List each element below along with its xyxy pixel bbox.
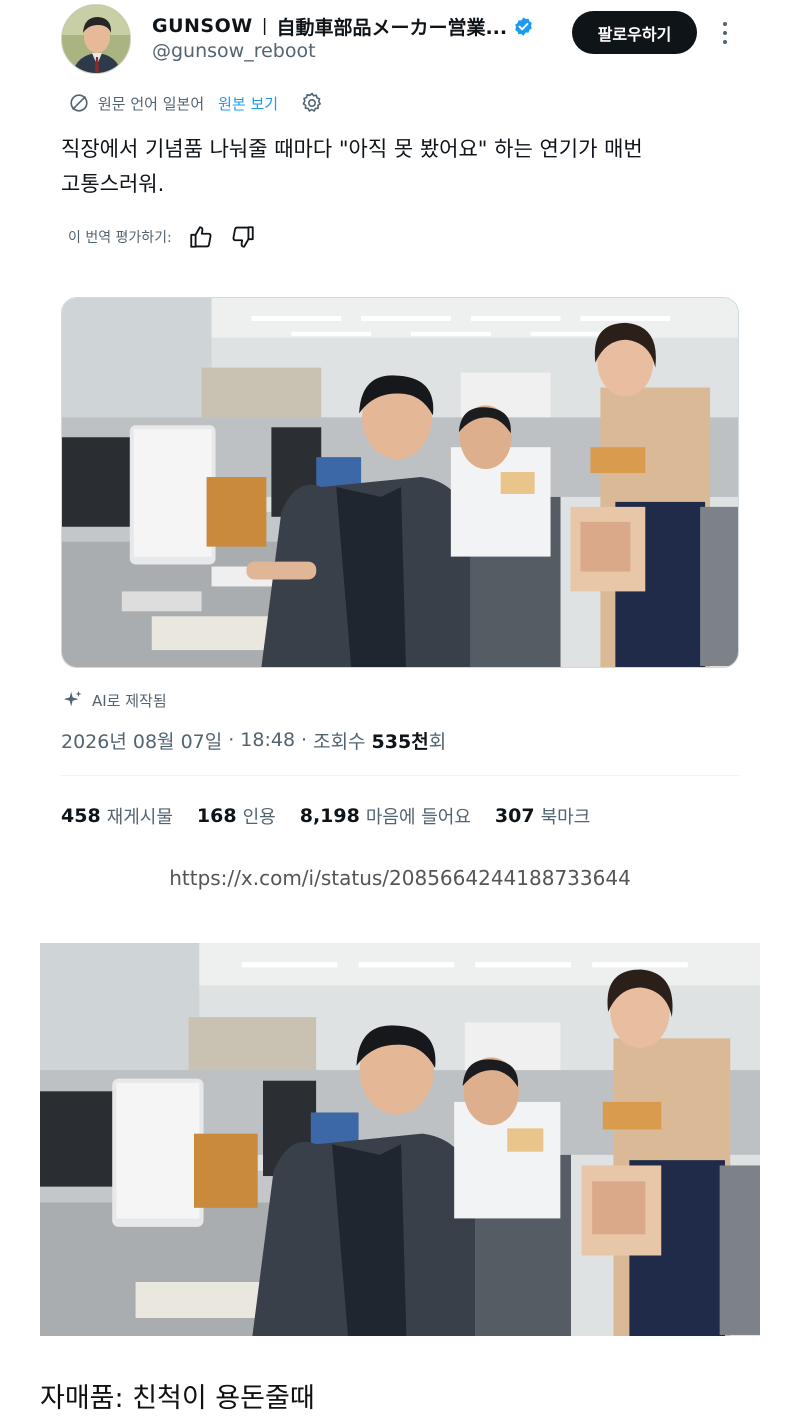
tweet-text-line: 고통스러워. <box>61 172 165 196</box>
verified-badge-icon <box>515 16 532 36</box>
follow-button[interactable]: 팔로우하기 <box>572 11 697 54</box>
tweet-header: GUNSOW | 自動車部品メーカー営業... @gunsow_reboot 팔… <box>0 0 800 90</box>
stat-number: 168 <box>196 805 237 827</box>
thumbs-down-icon[interactable] <box>230 224 256 250</box>
more-options-icon[interactable] <box>716 18 734 48</box>
stat-number: 307 <box>494 805 535 827</box>
bio-snippet[interactable]: 自動車部品メーカー営業... <box>276 13 507 40</box>
tweet-date[interactable]: 2026년 08월 07일 <box>61 727 222 754</box>
likes-stat[interactable]: 8,198 마음에 들어요 <box>300 803 471 829</box>
office-photo <box>40 943 760 1336</box>
thumbs-up-icon[interactable] <box>188 224 214 250</box>
sparkle-icon <box>63 690 82 707</box>
tweet-image[interactable] <box>61 297 739 668</box>
ai-generated-label: AI로 제작됨 <box>62 686 167 714</box>
meta-dot: · <box>301 729 308 751</box>
divider <box>61 775 739 776</box>
source-language-label: 원문 언어 일본어 <box>98 94 205 113</box>
stat-label: 북마크 <box>540 807 591 828</box>
office-photo <box>62 298 738 667</box>
views-count: 535천 <box>371 730 429 753</box>
user-handle[interactable]: @gunsow_reboot <box>152 40 316 62</box>
views-suffix: 회 <box>428 730 447 753</box>
avatar[interactable] <box>61 4 131 74</box>
translation-bar: 원문 언어 일본어 원본 보기 <box>68 90 324 116</box>
translate-icon <box>70 94 88 112</box>
reposts-stat[interactable]: 458 재게시물 <box>61 803 173 829</box>
stat-label: 인용 <box>242 807 276 828</box>
stat-label: 마음에 들어요 <box>365 807 471 828</box>
stat-number: 458 <box>61 805 101 827</box>
post-caption: 자매품: 친척이 용돈줄때 <box>40 1383 315 1414</box>
rate-translation-label: 이 번역 평가하기: <box>68 230 172 246</box>
tweet-text-line: 직장에서 기념품 나눠줄 때마다 "아직 못 봤어요" 하는 연기가 매번 <box>61 137 643 161</box>
name-row[interactable]: GUNSOW | 自動車部品メーカー営業... <box>152 12 534 40</box>
name-separator: | <box>261 16 268 36</box>
stat-number: 8,198 <box>299 805 360 827</box>
status-url[interactable]: https://x.com/i/status/20856642441887336… <box>0 866 800 890</box>
meta-dot: · <box>228 729 235 751</box>
gear-icon[interactable] <box>300 91 324 115</box>
ai-label-text: AI로 제작됨 <box>92 691 167 710</box>
show-original-link[interactable]: 원본 보기 <box>218 93 278 114</box>
bookmarks-stat[interactable]: 307 북마크 <box>495 803 590 829</box>
rate-translation: 이 번역 평가하기: <box>68 222 256 252</box>
engagement-stats: 458 재게시물 168 인용 8,198 마음에 들어요 307 북마크 <box>61 801 614 831</box>
tweet-text: 직장에서 기념품 나눠줄 때마다 "아직 못 봤어요" 하는 연기가 매번 고통… <box>61 132 701 202</box>
tweet-time[interactable]: 18:48 <box>240 729 295 751</box>
display-name[interactable]: GUNSOW <box>152 15 253 37</box>
repeated-image <box>40 943 760 1336</box>
tweet-metadata: 2026년 08월 07일 · 18:48 · 조회수 535천 회 <box>61 726 446 754</box>
views-label: 조회수 <box>313 730 366 753</box>
stat-label: 재게시물 <box>106 807 173 828</box>
quotes-stat[interactable]: 168 인용 <box>197 803 276 829</box>
